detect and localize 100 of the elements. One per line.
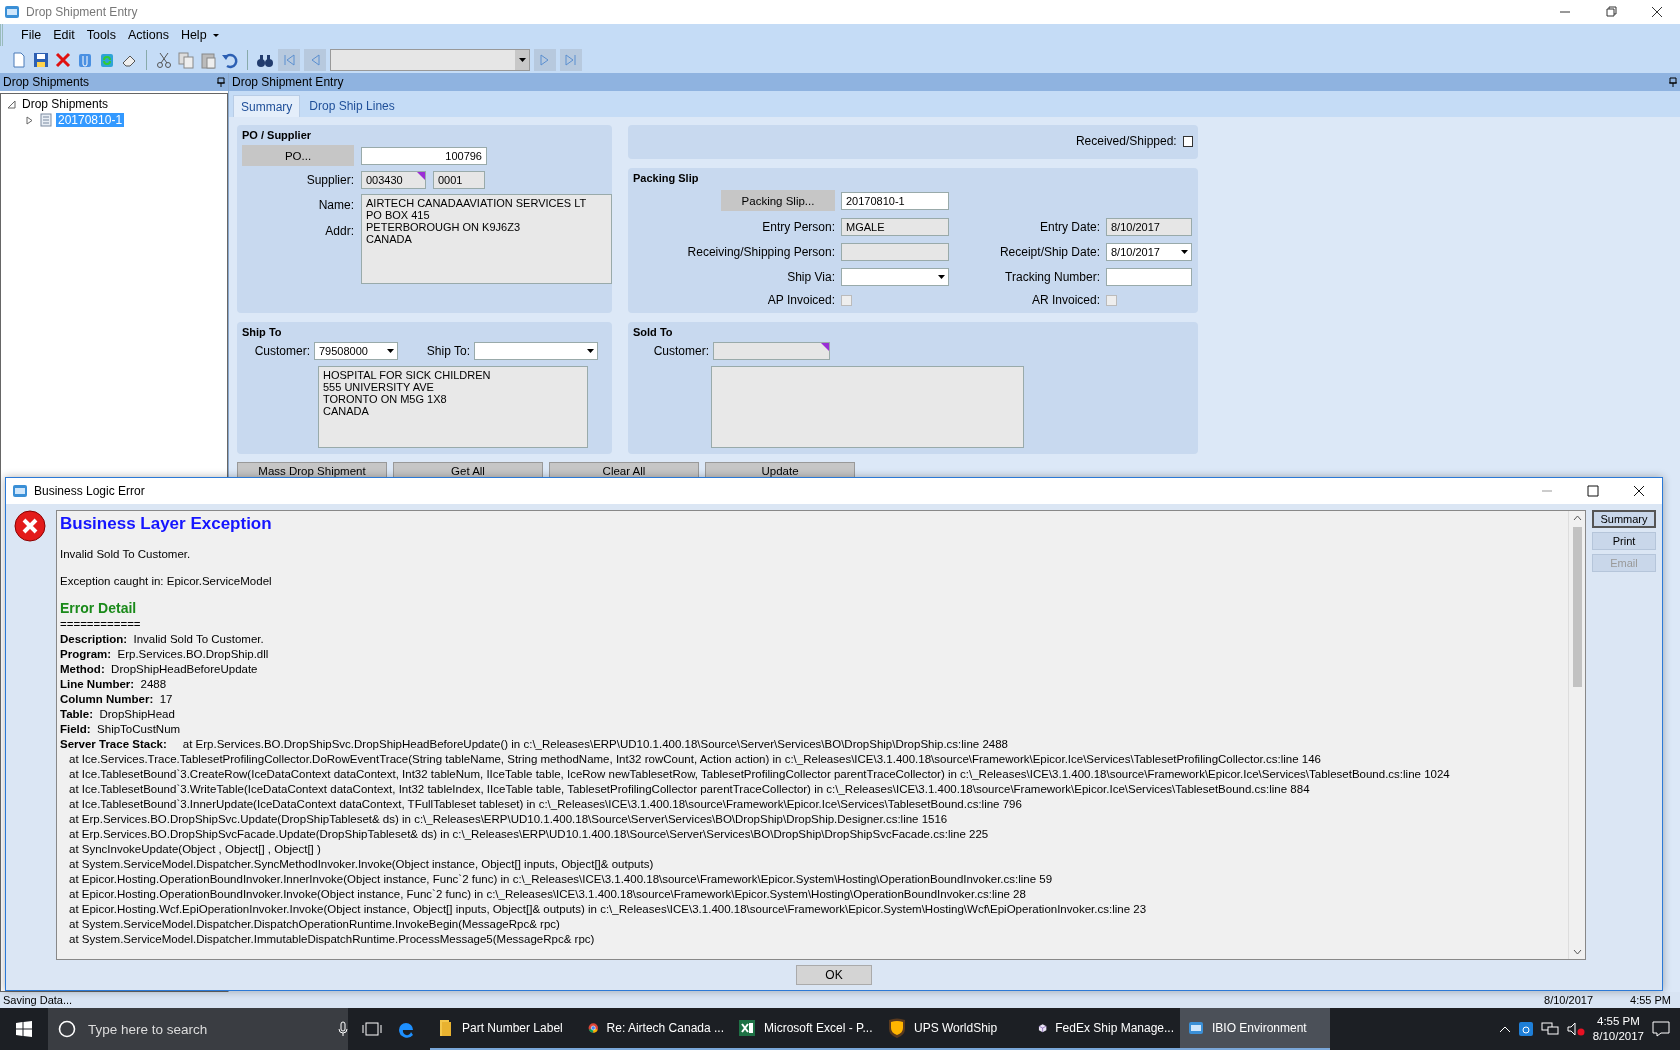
pin-icon[interactable] <box>1669 77 1677 87</box>
supplier-code-field[interactable]: 0001 <box>433 171 485 189</box>
start-icon[interactable] <box>16 1021 32 1037</box>
trace-line: at Ice.TablesetBound`3.InnerUpdate(IceDataContext dataContext, TFullTableset tableset) in c:\_Releases\ICE\3.1.400.18\source\Framework\Epicor.Ice\Services\TablesetBound.cs:line 796 <box>69 798 1022 810</box>
save-icon[interactable] <box>32 50 50 69</box>
dropdown-arrow-icon <box>937 275 945 279</box>
side-button[interactable]: Print <box>1592 532 1656 550</box>
ship-via-dropdown[interactable] <box>841 268 949 286</box>
field-label: Ship Via: <box>786 270 835 284</box>
task-view-icon[interactable] <box>362 1021 382 1037</box>
taskbar-app[interactable]: Re: Airtech Canada ... <box>580 1008 730 1050</box>
menu-item[interactable]: Help <box>174 28 213 42</box>
scrollbar-thumb[interactable] <box>1572 527 1582 687</box>
overflow-caret-icon[interactable] <box>212 32 219 38</box>
clock-date: 8/10/2017 <box>1592 1029 1644 1044</box>
detail-value: DropShipHead <box>99 708 175 720</box>
search-field[interactable]: Type here to search <box>86 1020 328 1038</box>
chevron-up-icon[interactable] <box>1498 1025 1511 1033</box>
trace-line: at Ice.TablesetBound`3.CreateRow(IceDataContext dataContext, Int32 tableNum, IIceTable table, IceRow newTablesetRow, TablesetProfilingCollector parentTraceCollector) in c:\_Releases\ICE\3.1.400.18\source\Framework\Epicor.Ice\Services\TablesetBound.cs:line 1024 <box>69 768 1450 780</box>
skip-forward-icon <box>565 53 577 66</box>
field-label: Customer: <box>253 344 310 358</box>
field-label: AR Invoiced: <box>1030 293 1100 307</box>
dropdown-arrow-icon <box>386 349 394 353</box>
scroll-up-icon[interactable] <box>1572 515 1582 521</box>
folder-icon <box>438 1019 454 1037</box>
taskbar-app[interactable]: UPS WorldShip <box>880 1008 1030 1050</box>
document-icon <box>38 113 52 127</box>
delete-icon[interactable] <box>54 50 72 69</box>
packing-slip-button[interactable]: Packing Slip... <box>721 190 835 211</box>
tab[interactable]: Summary <box>233 95 301 117</box>
trace-line: at Erp.Services.BO.DropShipSvcFacade.Update(DropShipTableset& ds) in c:\_Releases\ERP\UD10.1.400.18\Source\Server\Services\BO\DropShip\DropShipSvcFacade.cs:line 225 <box>69 828 989 840</box>
packing-slip-field[interactable]: 20170810-1 <box>841 191 949 210</box>
error-icon <box>14 510 46 542</box>
trace-line: at Epicor.Hosting.Wcf.EpiOperationInvoker.Invoke(Object instance, Object[] inputs, Object[]& outputs) in c:\_Releases\ICE\3.1.400.18\source\Framework\Epicor.System\Hosting\Wcf\EpiOperationInvoker.cs:line 23 <box>69 903 1147 915</box>
group-title: Packing Slip <box>633 172 700 186</box>
tracking-number-field[interactable] <box>1106 268 1192 286</box>
trace-line: at System.ServiceModel.Dispatcher.DispatchOperationRuntime.InvokeBegin(MessageRpc& rpc) <box>69 918 560 930</box>
detail-label: Program: <box>60 648 112 660</box>
record-dropdown[interactable] <box>330 48 530 71</box>
triangle-icon <box>821 343 829 351</box>
supplier-id-field[interactable]: 003430 <box>361 171 426 189</box>
tree-item[interactable]: Drop Shipments <box>20 97 111 111</box>
notifications-icon[interactable] <box>1652 1021 1670 1037</box>
trace-line: at Ice.Services.Trace.TablesetProfilingCollector.DoRowEventTrace(String tableName, String methodName, Int32 rowCount, Action action) in c:\_Releases\ICE\3.1.400.18\source\Framework\Epicor.Ice\Services\TablesetProfilingCollector.cs:line 146 <box>69 753 1321 765</box>
detail-value: 17 <box>159 693 173 705</box>
scroll-down-icon[interactable] <box>1572 949 1582 955</box>
po-number-field[interactable]: 100796 <box>361 146 487 165</box>
menu-item[interactable]: Tools <box>80 28 122 42</box>
pin-icon[interactable] <box>217 77 225 87</box>
field-label: Supplier: <box>305 173 354 187</box>
status-date: 8/10/2017 <box>1544 994 1593 1006</box>
dropdown-arrow-icon <box>586 349 594 353</box>
sold-to-customer-field[interactable] <box>713 342 830 360</box>
error-message: Invalid Sold To Customer. <box>60 548 191 560</box>
scrollbar[interactable] <box>1568 511 1585 959</box>
side-button[interactable]: Summary <box>1592 510 1656 528</box>
receipt-date-dropdown[interactable]: 8/10/2017 <box>1106 243 1192 261</box>
menu-item[interactable]: Edit <box>47 28 81 42</box>
ok-button[interactable]: OK <box>796 965 872 985</box>
ship-to-address-field[interactable]: HOSPITAL FOR SICK CHILDREN 555 UNIVERSITY AVE TORONTO ON M5G 1X8 CANADA <box>318 366 588 448</box>
menu-item[interactable]: File <box>15 28 48 42</box>
search-box[interactable]: Type here to search <box>48 1008 348 1050</box>
trace-line: at System.ServiceModel.Dispatcher.SyncMethodInvoker.Invoke(Object instance, Object[] inputs, Object[]& outputs) <box>69 858 654 870</box>
received-checkbox[interactable] <box>1182 135 1193 147</box>
trace-line: at Erp.Services.BO.DropShipSvc.Update(DropShipTableset& ds) in c:\_Releases\ERP\UD10.1.400.18\Source\Server\Services\BO\DropShip\DropShip.Designer.cs:line 1516 <box>69 813 948 825</box>
taskbar-app[interactable]: IBIO Environment <box>1180 1008 1330 1050</box>
entry-date-field[interactable]: 8/10/2017 <box>1106 218 1192 236</box>
error-heading: Business Layer Exception <box>60 513 273 535</box>
ship-to-dropdown[interactable] <box>474 342 598 360</box>
detail-label: Field: <box>60 723 91 735</box>
exception-source: Exception caught in: Epicor.ServiceModel <box>60 575 272 587</box>
app-tray-icon[interactable] <box>1518 1022 1533 1036</box>
status-text: Saving Data... <box>3 994 73 1006</box>
tab[interactable]: Drop Ship Lines <box>302 95 402 117</box>
customer-dropdown[interactable]: 79508000 <box>314 342 398 360</box>
taskbar-app[interactable]: Microsoft Excel - P... <box>730 1008 880 1050</box>
window-title: Drop Shipment Entry <box>26 5 138 19</box>
sold-to-address-field[interactable] <box>711 366 1024 448</box>
trace-line: at Epicor.Hosting.OperationBoundInvoker.InnerInvoke(Object instance, Func`2 func) in c:\_Releases\ICE\3.1.400.18\source\Framework\Epicor.System\Hosting\OperationBoundInvoker.cs:line 59 <box>69 873 1053 885</box>
po-button[interactable]: PO... <box>242 145 354 166</box>
receiving-person-field[interactable] <box>841 243 949 261</box>
taskbar-app[interactable]: Part Number Label <box>430 1008 580 1050</box>
microphone-icon[interactable] <box>338 1021 348 1037</box>
menu-item[interactable]: Actions <box>121 28 175 42</box>
status-time: 4:55 PM <box>1629 994 1672 1006</box>
entry-person-field[interactable]: MGALE <box>841 218 949 236</box>
panel-title: Drop Shipment Entry <box>232 75 344 89</box>
supplier-address-field[interactable]: AIRTECH CANADAAVIATION SERVICES LT PO BOX 415 PETERBOROUGH ON K9J6Z3 CANADA <box>361 194 612 284</box>
network-icon[interactable] <box>1540 1022 1559 1036</box>
collapse-arrow-icon[interactable] <box>7 99 16 109</box>
muted-speaker-icon[interactable] <box>1566 1022 1585 1036</box>
cut-icon[interactable] <box>155 50 173 69</box>
field-label: Addr: <box>325 224 354 238</box>
paste-icon[interactable] <box>199 50 217 69</box>
skip-back-icon <box>283 53 295 66</box>
group-title: PO / Supplier <box>242 129 313 143</box>
triangle-left-icon <box>309 53 321 66</box>
field-label: Entry Date: <box>1038 220 1100 234</box>
expand-arrow-icon[interactable] <box>25 115 34 125</box>
copy-icon[interactable] <box>177 50 195 69</box>
